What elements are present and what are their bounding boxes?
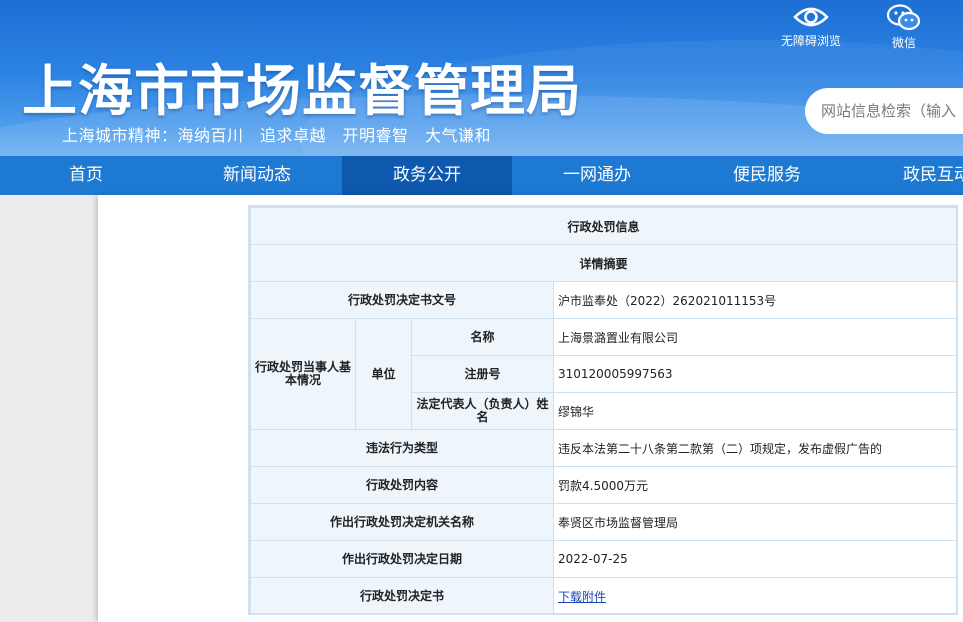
legal-rep-value: 缪锦华 xyxy=(552,392,958,430)
site-title[interactable]: 上海市市场监督管理局 xyxy=(22,46,582,126)
table-row: 行政处罚当事人基本情况 单位 名称 上海景潞置业有限公司 xyxy=(250,318,958,430)
decision-date-label: 作出行政处罚决定日期 xyxy=(250,540,554,578)
reg-no-label: 注册号 xyxy=(411,355,554,393)
table-row: 行政处罚决定书文号 沪市监奉处（2022）262021011153号 xyxy=(250,281,958,319)
violation-label: 违法行为类型 xyxy=(250,429,554,467)
wechat-button[interactable]: 微信 xyxy=(866,4,942,51)
site-header: 上海市市场监督管理局 上海城市精神：海纳百川 追求卓越 开明睿智 大气谦和 无障… xyxy=(0,0,963,156)
doc-no-label: 行政处罚决定书文号 xyxy=(250,281,554,319)
doc-no-value: 沪市监奉处（2022）262021011153号 xyxy=(552,281,958,319)
decision-doc-label: 行政处罚决定书 xyxy=(250,577,554,615)
penalty-table-title: 行政处罚信息 xyxy=(249,207,958,245)
wechat-label: 微信 xyxy=(891,36,916,50)
wechat-icon xyxy=(886,4,921,31)
decision-date-value: 2022-07-25 xyxy=(552,540,958,578)
search-input[interactable] xyxy=(821,102,963,120)
table-row: 作出行政处罚决定机关名称 奉贤区市场监督管理局 xyxy=(250,503,958,541)
eye-icon xyxy=(793,7,829,27)
penalty-info-table: 行政处罚信息 详情摘要 行政处罚决定书文号 沪市监奉处（2022）2620210… xyxy=(249,207,958,615)
violation-value: 违反本法第二十八条第二款第（二）项规定，发布虚假广告的 xyxy=(552,429,958,467)
name-value: 上海景潞置业有限公司 xyxy=(552,318,958,356)
nav-news[interactable]: 新闻动态 xyxy=(172,156,342,195)
nav-home[interactable]: 首页 xyxy=(0,156,172,195)
site-search[interactable] xyxy=(805,88,963,134)
table-row: 详情摘要 xyxy=(249,244,958,282)
nav-interaction[interactable]: 政民互动 xyxy=(852,156,963,195)
nav-public-services[interactable]: 便民服务 xyxy=(682,156,852,195)
legal-rep-label: 法定代表人（负责人）姓名 xyxy=(411,392,554,430)
download-attachment-link[interactable]: 下载附件 xyxy=(558,590,606,604)
table-row: 行政处罚信息 xyxy=(249,207,958,245)
table-row: 作出行政处罚决定日期 2022-07-25 xyxy=(250,540,958,578)
site-slogan: 上海城市精神：海纳百川 追求卓越 开明睿智 大气谦和 xyxy=(62,126,492,145)
decision-doc-cell: 下载附件 xyxy=(552,577,958,615)
party-label: 行政处罚当事人基本情况 xyxy=(250,318,356,430)
reg-no-value: 310120005997563 xyxy=(552,355,958,393)
authority-value: 奉贤区市场监督管理局 xyxy=(552,503,958,541)
table-row: 行政处罚决定书 下载附件 xyxy=(250,577,958,615)
penalty-content-label: 行政处罚内容 xyxy=(250,466,554,504)
nav-government-affairs[interactable]: 政务公开 xyxy=(342,156,512,195)
penalty-table-subtitle: 详情摘要 xyxy=(249,244,958,282)
main-nav: 首页 新闻动态 政务公开 一网通办 便民服务 政民互动 xyxy=(0,156,963,195)
table-row: 违法行为类型 违反本法第二十八条第二款第（二）项规定，发布虚假广告的 xyxy=(250,429,958,467)
accessibility-label: 无障碍浏览 xyxy=(780,34,841,48)
table-row: 行政处罚内容 罚款4.5000万元 xyxy=(250,466,958,504)
unit-label: 单位 xyxy=(355,318,412,430)
penalty-content-value: 罚款4.5000万元 xyxy=(552,466,958,504)
accessibility-button[interactable]: 无障碍浏览 xyxy=(773,4,849,49)
nav-online-services[interactable]: 一网通办 xyxy=(512,156,682,195)
name-label: 名称 xyxy=(411,318,554,356)
authority-label: 作出行政处罚决定机关名称 xyxy=(250,503,554,541)
